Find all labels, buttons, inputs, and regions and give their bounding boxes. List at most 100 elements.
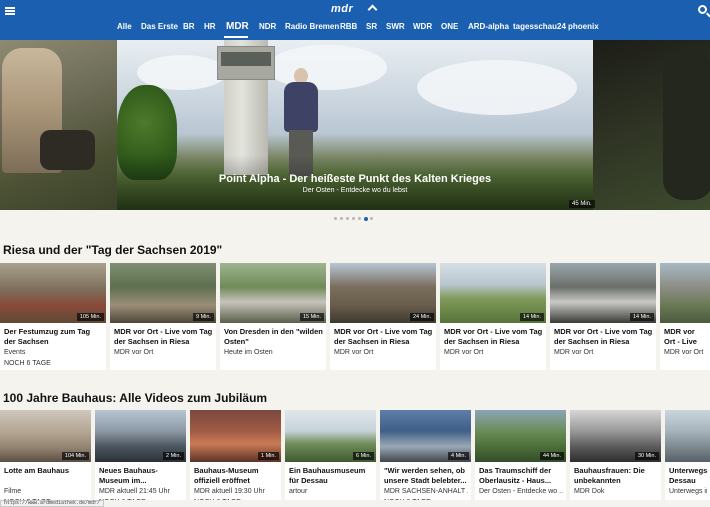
video-title[interactable]: "Wir werden sehen, ob unsere Stadt beleb…	[384, 466, 468, 486]
video-card[interactable]: 6 Min. Ein Bauhausmuseum für Dessau artour	[285, 410, 376, 500]
carousel-dot[interactable]	[346, 217, 349, 220]
video-show-name: Filme	[4, 488, 22, 495]
search-icon[interactable]	[698, 5, 707, 14]
carousel-dot[interactable]	[334, 217, 337, 220]
nav-item-mdr[interactable]: MDR	[226, 21, 249, 32]
cloud	[417, 60, 577, 115]
duration-badge: 6 Min.	[353, 452, 374, 460]
chevron-up-icon[interactable]	[367, 4, 378, 15]
video-show-name: artour	[289, 488, 308, 495]
video-availability: NOCH 3 TAGE	[384, 498, 468, 500]
duration-badge: 9 Min.	[193, 313, 214, 321]
hero-title[interactable]: Point Alpha - Der heißeste Punkt des Kal…	[0, 173, 710, 185]
nav-item-hr[interactable]: HR	[204, 22, 216, 31]
video-title[interactable]: Von Dresden in den "wilden Osten"	[224, 327, 323, 347]
duration-badge: 15 Min.	[299, 313, 324, 321]
video-show-name: MDR Dok	[574, 488, 605, 495]
video-show-name: Events	[4, 349, 26, 356]
active-nav-indicator	[224, 36, 248, 38]
nav-item-ndr[interactable]: NDR	[259, 22, 276, 31]
nav-item-br[interactable]: BR	[183, 22, 195, 31]
video-card[interactable]: 14 Min. MDR vor Ort - Live vom Tag der Sa…	[440, 263, 546, 370]
video-card[interactable]: 24 Min. MDR vor Ort - Live vom Tag der Sa…	[330, 263, 436, 370]
video-card[interactable]: 104 Min.Lotte am BauhausFilmeNOCH 3 TAGE	[0, 410, 91, 500]
video-show-name: MDR SACHSEN-ANHALT ...	[384, 488, 468, 495]
top-navigation-bar: mdr Alle Das Erste BR HR MDR NDR Radio B…	[0, 0, 710, 40]
channel-nav: Alle Das Erste BR HR MDR NDR Radio Breme…	[0, 21, 710, 38]
video-title[interactable]: MDR vor Ort - Live vom Tag der Sachsen i…	[334, 327, 433, 347]
video-show-name: MDR vor Ort	[334, 349, 374, 356]
duration-badge: 24 Min.	[409, 313, 434, 321]
video-title[interactable]: MDR vor Ort - Live vom Tag der Sachsen i…	[114, 327, 213, 347]
nav-item-radio-bremen[interactable]: Radio Bremen	[285, 22, 339, 31]
video-card[interactable]: 1 Min. Bauhaus-Museum offiziell eröffnet M…	[190, 410, 281, 500]
duration-badge: 2 Min.	[163, 452, 184, 460]
hero-duration-badge: 45 Min.	[569, 200, 595, 208]
video-availability: NOCH 6 TAGE	[99, 498, 183, 500]
carousel-dot[interactable]	[370, 217, 373, 220]
carousel-dot[interactable]	[340, 217, 343, 220]
nav-item-rbb[interactable]: RBB	[340, 22, 357, 31]
video-title[interactable]: Der Festumzug zum Tag der Sachsen	[4, 327, 103, 347]
nav-item-ard-alpha[interactable]: ARD-alpha	[468, 22, 509, 31]
nav-item-alle[interactable]: Alle	[117, 22, 132, 31]
nav-item-phoenix[interactable]: phoenix	[568, 22, 599, 31]
menu-icon[interactable]	[5, 7, 15, 15]
nav-item-sr[interactable]: SR	[366, 22, 377, 31]
video-card[interactable]: MDR vor Ort - Live vom Tag der Sachsen i…	[660, 263, 710, 370]
watchtower-window	[221, 52, 271, 66]
video-show-name: MDR aktuell 21:45 Uhr	[99, 488, 170, 495]
video-show-name: Heute im Osten	[224, 349, 273, 356]
video-show-name: MDR vor Ort	[664, 349, 704, 356]
video-title[interactable]: Bauhaus-Museum offiziell eröffnet	[194, 466, 278, 486]
duration-badge: 14 Min.	[519, 313, 544, 321]
hero-prev-figure-2	[40, 130, 95, 170]
status-bar-url: https://www.ardmediathek.de/mdr/	[0, 500, 105, 507]
video-card[interactable]: 44 Min. Das Traumschiff der Oberlausitz -…	[475, 410, 566, 500]
video-thumbnail[interactable]	[665, 410, 710, 462]
nav-item-tagesschau24[interactable]: tagesschau24	[513, 22, 566, 31]
carousel-dot[interactable]	[352, 217, 355, 220]
video-card[interactable]: 9 Min. MDR vor Ort - Live vom Tag der Sac…	[110, 263, 216, 370]
duration-badge: 4 Min.	[448, 452, 469, 460]
nav-item-das-erste[interactable]: Das Erste	[141, 22, 178, 31]
video-card[interactable]: 4 Min. "Wir werden sehen, ob unsere Stadt…	[380, 410, 471, 500]
section-title-bauhaus[interactable]: 100 Jahre Bauhaus: Alle Videos zum Jubil…	[3, 391, 267, 405]
video-show-name: Der Osten - Entdecke wo ...	[479, 488, 563, 495]
video-title[interactable]: MDR vor Ort - Live vom Tag der Sachsen i…	[444, 327, 543, 347]
video-show-name: MDR vor Ort	[554, 349, 594, 356]
duration-badge: 105 Min.	[76, 313, 104, 321]
video-card[interactable]: Unterwegs Dessau Unterwegs in	[665, 410, 710, 500]
duration-badge: 30 Min.	[634, 452, 659, 460]
carousel-dot[interactable]	[358, 217, 361, 220]
nav-item-one[interactable]: ONE	[441, 22, 458, 31]
video-show-name: MDR vor Ort	[444, 349, 484, 356]
duration-badge: 1 Min.	[258, 452, 279, 460]
video-title[interactable]: MDR vor Ort - Live vom Tag der Sachsen i…	[554, 327, 653, 347]
nav-item-wdr[interactable]: WDR	[413, 22, 432, 31]
video-title[interactable]: Ein Bauhausmuseum für Dessau	[289, 466, 373, 486]
video-title[interactable]: MDR vor Ort - Live vom Tag der Sachsen i…	[664, 327, 707, 347]
video-card[interactable]: 15 Min. Von Dresden in den "wilden Osten"…	[220, 263, 326, 370]
video-title[interactable]: Bauhausfrauen: Die unbekannten Heldinnen	[574, 466, 658, 486]
video-thumbnail[interactable]	[660, 263, 710, 323]
video-title[interactable]: Neues Bauhaus-Museum im...	[99, 466, 183, 486]
video-availability: NOCH 6 TAGE	[194, 498, 278, 500]
video-title[interactable]: Unterwegs Dessau	[669, 466, 707, 486]
video-show-name: MDR vor Ort	[114, 349, 154, 356]
duration-badge: 14 Min.	[629, 313, 654, 321]
mdr-logo[interactable]: mdr	[331, 3, 353, 15]
duration-badge: 104 Min.	[61, 452, 89, 460]
video-title[interactable]: Das Traumschiff der Oberlausitz - Haus..…	[479, 466, 563, 486]
video-title[interactable]: Lotte am Bauhaus	[4, 466, 88, 486]
hero-subtitle: Der Osten - Entdecke wo du lebst	[302, 187, 408, 194]
carousel-dot[interactable]	[364, 216, 368, 221]
section-title-tag-der-sachsen[interactable]: Riesa und der "Tag der Sachsen 2019"	[3, 243, 222, 257]
video-show-name: Unterwegs in	[669, 488, 707, 495]
duration-badge: 44 Min.	[539, 452, 564, 460]
nav-item-swr[interactable]: SWR	[386, 22, 405, 31]
video-card[interactable]: 30 Min. Bauhausfrauen: Die unbekannten He…	[570, 410, 661, 500]
video-card[interactable]: 105 Min. Der Festumzug zum Tag der Sachse…	[0, 263, 106, 370]
video-card[interactable]: 14 Min. MDR vor Ort - Live vom Tag der Sa…	[550, 263, 656, 370]
video-card[interactable]: 2 Min. Neues Bauhaus-Museum im... MDR aktu…	[95, 410, 186, 500]
